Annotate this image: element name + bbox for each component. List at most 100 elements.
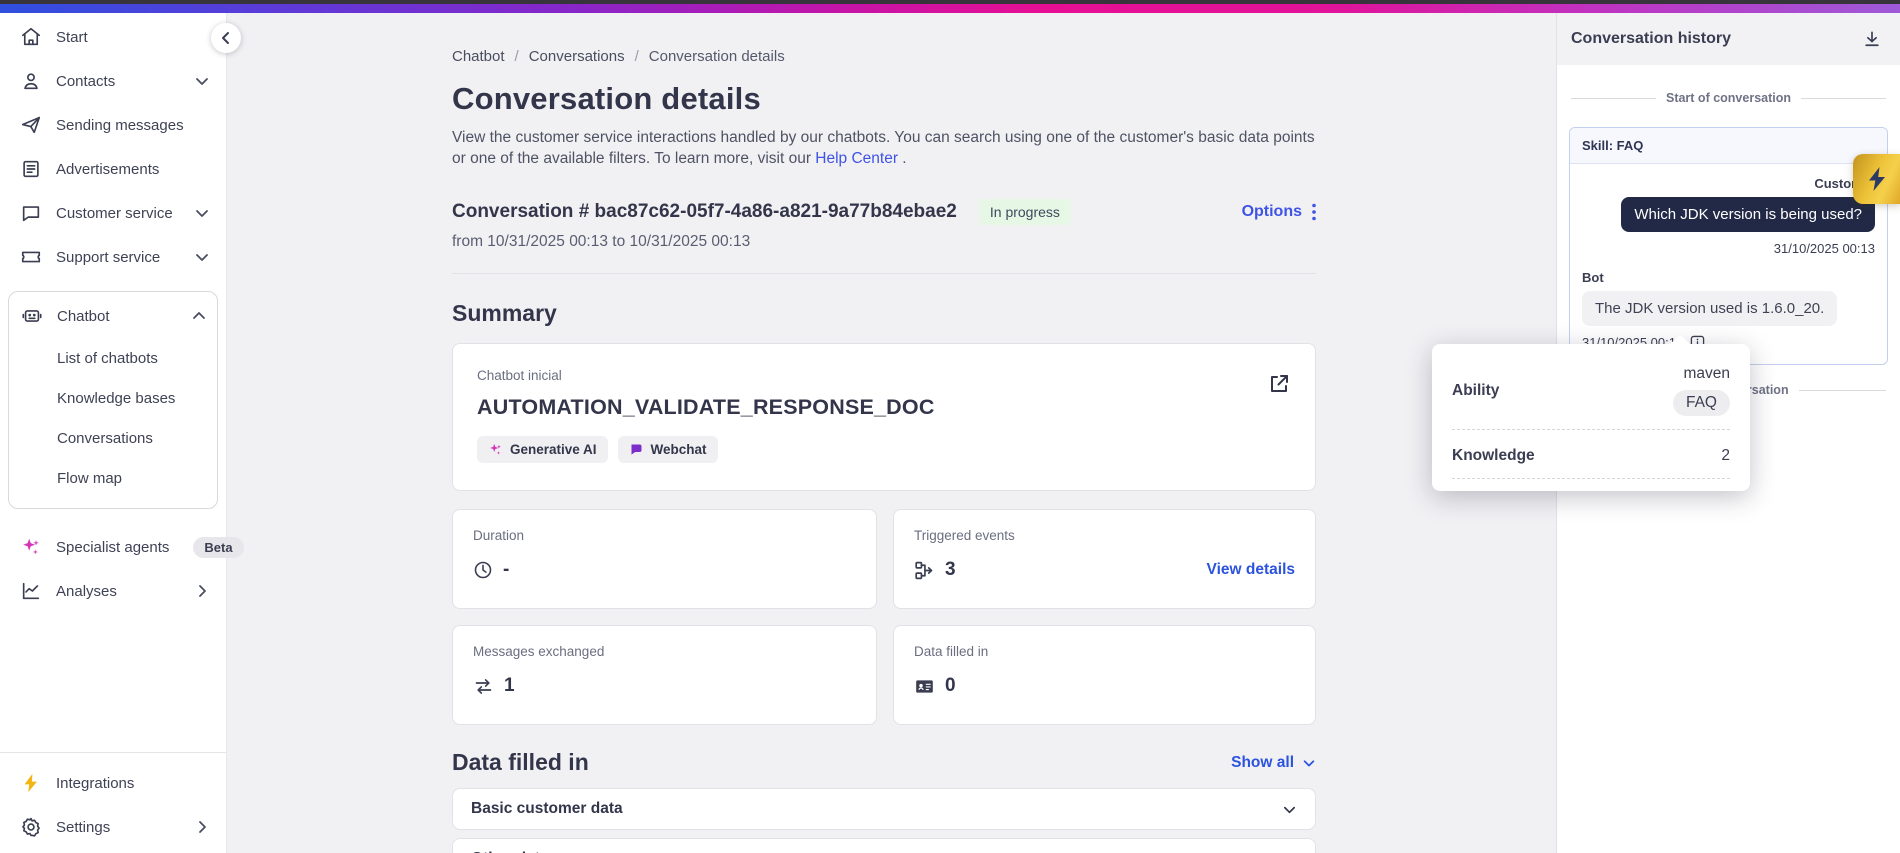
sidebar-item-conversations[interactable]: Conversations [9, 418, 217, 458]
sidebar-item-advertisements[interactable]: Advertisements [0, 147, 226, 191]
metric-value: 3 [945, 559, 956, 580]
help-center-link[interactable]: Help Center [815, 150, 898, 167]
sidebar-item-settings[interactable]: Settings [0, 805, 226, 849]
sidebar-item-support-service[interactable]: Support service [0, 235, 226, 279]
sidebar-item-label: Support service [56, 248, 161, 266]
sidebar-item-label: Settings [56, 818, 111, 836]
accordion-basic-customer-data[interactable]: Basic customer data [452, 788, 1316, 830]
metric-value: 0 [945, 675, 956, 696]
sidebar-subitem-label: Flow map [57, 469, 123, 487]
sidebar-item-label: Specialist agents [56, 538, 170, 556]
sidebar-footer: Integrations Settings [0, 752, 226, 853]
chat-bubble-icon [20, 202, 42, 224]
sidebar-item-label: Sending messages [56, 116, 184, 134]
chevron-right-icon [194, 819, 210, 835]
beta-badge: Beta [193, 536, 244, 558]
divider-label: Start of conversation [1665, 91, 1792, 105]
knowledge-label: Knowledge [1452, 447, 1535, 464]
open-chatbot-button[interactable] [1267, 372, 1291, 396]
status-badge: In progress [978, 199, 1071, 225]
quick-actions-bolt-button[interactable] [1853, 154, 1900, 204]
sidebar-item-integrations[interactable]: Integrations [0, 761, 226, 805]
panel-title: Conversation history [1571, 30, 1732, 47]
sidebar-item-start[interactable]: Start [0, 15, 226, 59]
bot-message-bubble: The JDK version used is 1.6.0_20. [1582, 291, 1838, 326]
breadcrumb: Chatbot Conversations Conversation detai… [452, 48, 1316, 65]
chevron-down-icon [194, 205, 210, 221]
conversation-period: from 10/31/2025 00:13 to 10/31/2025 00:1… [452, 233, 751, 250]
kebab-menu-icon [1312, 203, 1316, 221]
view-details-link[interactable]: View details [1207, 561, 1295, 579]
chevron-down-icon [194, 249, 210, 265]
clock-icon [473, 560, 493, 580]
person-icon [20, 70, 42, 92]
tag-webchat: Webchat [617, 436, 718, 463]
tooltip-knowledge-row: Knowledge 2 [1452, 430, 1730, 479]
chat-body: Customer Which JDK version is being used… [1570, 164, 1887, 364]
sidebar-item-label: Chatbot [57, 307, 110, 325]
sidebar-item-label: Analyses [56, 582, 117, 600]
sidebar-subitem-label: Knowledge bases [57, 389, 176, 407]
chevron-left-icon [218, 30, 234, 46]
show-all-button[interactable]: Show all [1231, 754, 1316, 772]
metric-duration: Duration - [452, 509, 877, 609]
sidebar-item-list-of-chatbots[interactable]: List of chatbots [9, 338, 217, 378]
lightning-icon [20, 772, 42, 794]
sidebar-item-label: Customer service [56, 204, 173, 222]
paper-plane-icon [20, 114, 42, 136]
divider [452, 273, 1316, 274]
sidebar-item-flow-map[interactable]: Flow map [9, 458, 217, 498]
options-button[interactable]: Options [1242, 203, 1316, 221]
sparkles-icon [488, 442, 503, 457]
sidebar-item-label: Advertisements [56, 160, 160, 178]
chatbot-tags: Generative AI Webchat [477, 436, 1291, 463]
chevron-down-icon [194, 73, 210, 89]
page-title: Conversation details [452, 81, 761, 116]
metrics-grid: Duration - Triggered events 3 View detai… [452, 509, 1316, 725]
tag-label: Generative AI [510, 442, 597, 457]
chatbot-name: AUTOMATION_VALIDATE_RESPONSE_DOC [477, 395, 935, 419]
sparkles-icon [20, 536, 42, 558]
sidebar-item-customer-service[interactable]: Customer service [0, 191, 226, 235]
sidebar-item-analyses[interactable]: Analyses [0, 569, 226, 613]
metric-value: 1 [504, 675, 515, 696]
knowledge-value: 2 [1721, 447, 1730, 464]
chatbot-summary-card: Chatbot inicial AUTOMATION_VALIDATE_RESP… [452, 343, 1316, 491]
chevron-up-icon [191, 308, 207, 324]
sidebar-item-chatbot[interactable]: Chatbot [9, 294, 217, 338]
panel-header: Conversation history [1557, 13, 1900, 65]
sidebar-item-label: Contacts [56, 72, 116, 90]
sidebar-subitem-label: List of chatbots [57, 349, 158, 367]
sidebar-item-label: Integrations [56, 774, 135, 792]
exchange-arrows-icon [473, 676, 494, 697]
robot-icon [21, 305, 43, 327]
lightning-bolt-icon [1865, 166, 1889, 192]
download-icon [1862, 29, 1882, 49]
sidebar-item-contacts[interactable]: Contacts [0, 59, 226, 103]
sidebar-subitem-label: Conversations [57, 429, 153, 447]
home-icon [20, 26, 42, 48]
conversation-header-row: Conversation # bac87c62-05f7-4a86-a821-9… [452, 199, 1316, 225]
external-link-icon [1267, 372, 1291, 396]
download-button[interactable] [1862, 29, 1882, 49]
sidebar-item-knowledge-bases[interactable]: Knowledge bases [9, 378, 217, 418]
chat-card: Skill: FAQ Customer Which JDK version is… [1569, 127, 1888, 365]
tag-label: Webchat [650, 442, 707, 457]
sidebar-item-specialist-agents[interactable]: Specialist agents Beta [0, 525, 244, 569]
brand-gradient-bar [0, 4, 1900, 13]
ticket-icon [20, 246, 42, 268]
sidebar-collapse-button[interactable] [211, 23, 241, 53]
accordion-label: Basic customer data [471, 800, 623, 817]
ability-value: maven [1683, 365, 1730, 382]
breadcrumb-conversations[interactable]: Conversations [529, 48, 649, 65]
data-filled-heading: Data filled in [452, 749, 589, 775]
chevron-down-icon [1302, 756, 1316, 770]
accordion-other-data[interactable]: Other data [452, 838, 1316, 853]
metric-label: Duration [473, 528, 525, 543]
ability-pill: FAQ [1672, 390, 1730, 416]
sidebar-item-sending-messages[interactable]: Sending messages [0, 103, 226, 147]
breadcrumb-chatbot[interactable]: Chatbot [452, 48, 529, 65]
customer-message-time: 31/10/2025 00:13 [1773, 241, 1875, 256]
metric-triggered-events: Triggered events 3 View details [893, 509, 1316, 609]
flow-icon [914, 560, 935, 581]
